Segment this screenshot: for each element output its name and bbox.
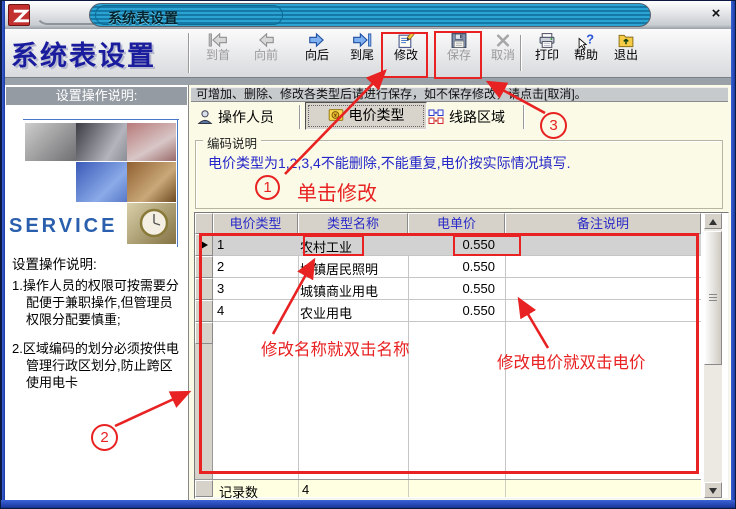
- sidebar-instruction-1: 1.操作人员的权限可按需要分配便于兼职操作,但管理员权限分配要慎重;: [12, 277, 185, 328]
- app-window: 系统表设置 × 系统表设置 到首 向前 向后 到尾 修改 保存: [0, 0, 736, 509]
- title-bar: 系统表设置 ×: [5, 1, 731, 29]
- help-button[interactable]: ? 帮助: [565, 31, 607, 75]
- prev-arrow-icon: [256, 32, 276, 49]
- photo-keyboard: [76, 162, 127, 202]
- last-arrow-icon: [352, 32, 372, 49]
- column-header-price[interactable]: 电单价: [408, 213, 505, 234]
- step-3-badge: 3: [540, 112, 567, 139]
- photo-pens: [127, 123, 176, 161]
- highlight-box-modify: [381, 32, 428, 78]
- next-record-button[interactable]: 向后: [296, 31, 338, 75]
- tab-line-regions[interactable]: 线路区域: [428, 104, 505, 129]
- step-2-badge: 2: [91, 424, 118, 451]
- toolbar: 系统表设置 到首 向前 向后 到尾 修改 保存 取消: [5, 29, 731, 77]
- first-arrow-icon: [208, 32, 228, 49]
- exit-button[interactable]: 退出: [605, 31, 647, 75]
- coding-groupbox: 电价类型为1,2,3,4不能删除,不能重复,电价按实际情况填写.: [195, 140, 723, 209]
- svg-text:?: ?: [586, 32, 594, 46]
- coding-note: 电价类型为1,2,3,4不能删除,不能重复,电价按实际情况填写.: [208, 153, 570, 173]
- annotation-name-hint: 修改名称就双击名称: [261, 336, 410, 360]
- column-header-type[interactable]: 电价类型: [213, 213, 298, 234]
- sidebar-header: 设置操作说明:: [6, 87, 187, 105]
- annotation-price-hint: 修改电价就双击电价: [497, 349, 646, 373]
- sidebar-instructions-title: 设置操作说明:: [12, 256, 185, 273]
- help-cursor-icon: ?: [576, 32, 596, 49]
- window-border: [731, 1, 736, 509]
- record-count-label: 记录数: [219, 482, 258, 501]
- first-record-button[interactable]: 到首: [197, 31, 239, 75]
- tab-operators[interactable]: 操作人员: [197, 104, 274, 129]
- coding-groupbox-title: 编码说明: [203, 133, 261, 152]
- column-header-note[interactable]: 备注说明: [505, 213, 701, 234]
- printer-icon: [537, 32, 557, 49]
- cancel-x-icon: [493, 32, 513, 49]
- photo-leather: [127, 162, 176, 202]
- window-border: [1, 1, 5, 509]
- grid-column-line: [298, 480, 299, 497]
- scrollbar-thumb[interactable]: [704, 231, 722, 365]
- toolbar-separator: [5, 77, 731, 85]
- info-bar: 可增加、删除、修改各类型后请进行保存，如不保存修改，请点击[取消]。: [191, 87, 728, 102]
- tab-price-types[interactable]: 电价类型: [305, 102, 427, 130]
- grid-corner-stub: [195, 213, 213, 234]
- toolbar-divider: [188, 33, 190, 73]
- scroll-up-icon: [709, 219, 717, 225]
- thumb-grip-icon: [709, 294, 717, 302]
- footer-stub: [195, 480, 213, 497]
- app-logo-icon: [8, 4, 30, 26]
- scroll-down-icon: [709, 488, 717, 494]
- last-record-button[interactable]: 到尾: [341, 31, 383, 75]
- window-title: 系统表设置: [108, 8, 178, 28]
- prev-record-button[interactable]: 向前: [245, 31, 287, 75]
- scroll-up-button[interactable]: [704, 213, 722, 229]
- window-border: [1, 500, 736, 509]
- column-header-name[interactable]: 类型名称: [298, 213, 408, 234]
- step-1-badge: 1: [255, 175, 280, 200]
- next-arrow-icon: [307, 32, 327, 49]
- person-icon: [197, 109, 213, 125]
- collage-line: [177, 119, 178, 247]
- grid-column-line: [408, 480, 409, 497]
- cancel-button[interactable]: 取消: [482, 31, 524, 75]
- photo-watch: [127, 203, 176, 244]
- toolbar-divider: [520, 35, 522, 71]
- sidebar-instruction-2: 2.区域编码的划分必须按供电管理行政区划分,防止跨区使用电卡: [12, 340, 185, 391]
- grid-footer: 记录数 4: [195, 479, 701, 497]
- scroll-down-button[interactable]: [704, 482, 722, 498]
- photo-pen: [76, 123, 127, 161]
- highlight-box-save: [434, 31, 482, 79]
- close-button[interactable]: ×: [705, 5, 727, 25]
- tab-separator: [523, 105, 525, 129]
- annotation-click-modify: 单击修改: [297, 177, 377, 206]
- vertical-scrollbar[interactable]: [704, 213, 722, 498]
- page-title: 系统表设置: [11, 34, 156, 73]
- record-count-value: 4: [302, 482, 309, 497]
- grid-column-line: [505, 480, 506, 497]
- service-text: SERVICE: [9, 215, 117, 238]
- service-collage: SERVICE: [7, 109, 185, 264]
- exit-folder-icon: [616, 32, 636, 49]
- photo-tools: [25, 123, 76, 161]
- titlebar-band: 系统表设置: [89, 3, 651, 27]
- tab-separator: [299, 105, 301, 129]
- regions-icon: [428, 109, 444, 125]
- coin-icon: [328, 106, 344, 122]
- print-button[interactable]: 打印: [526, 31, 568, 75]
- collage-line: [23, 119, 179, 120]
